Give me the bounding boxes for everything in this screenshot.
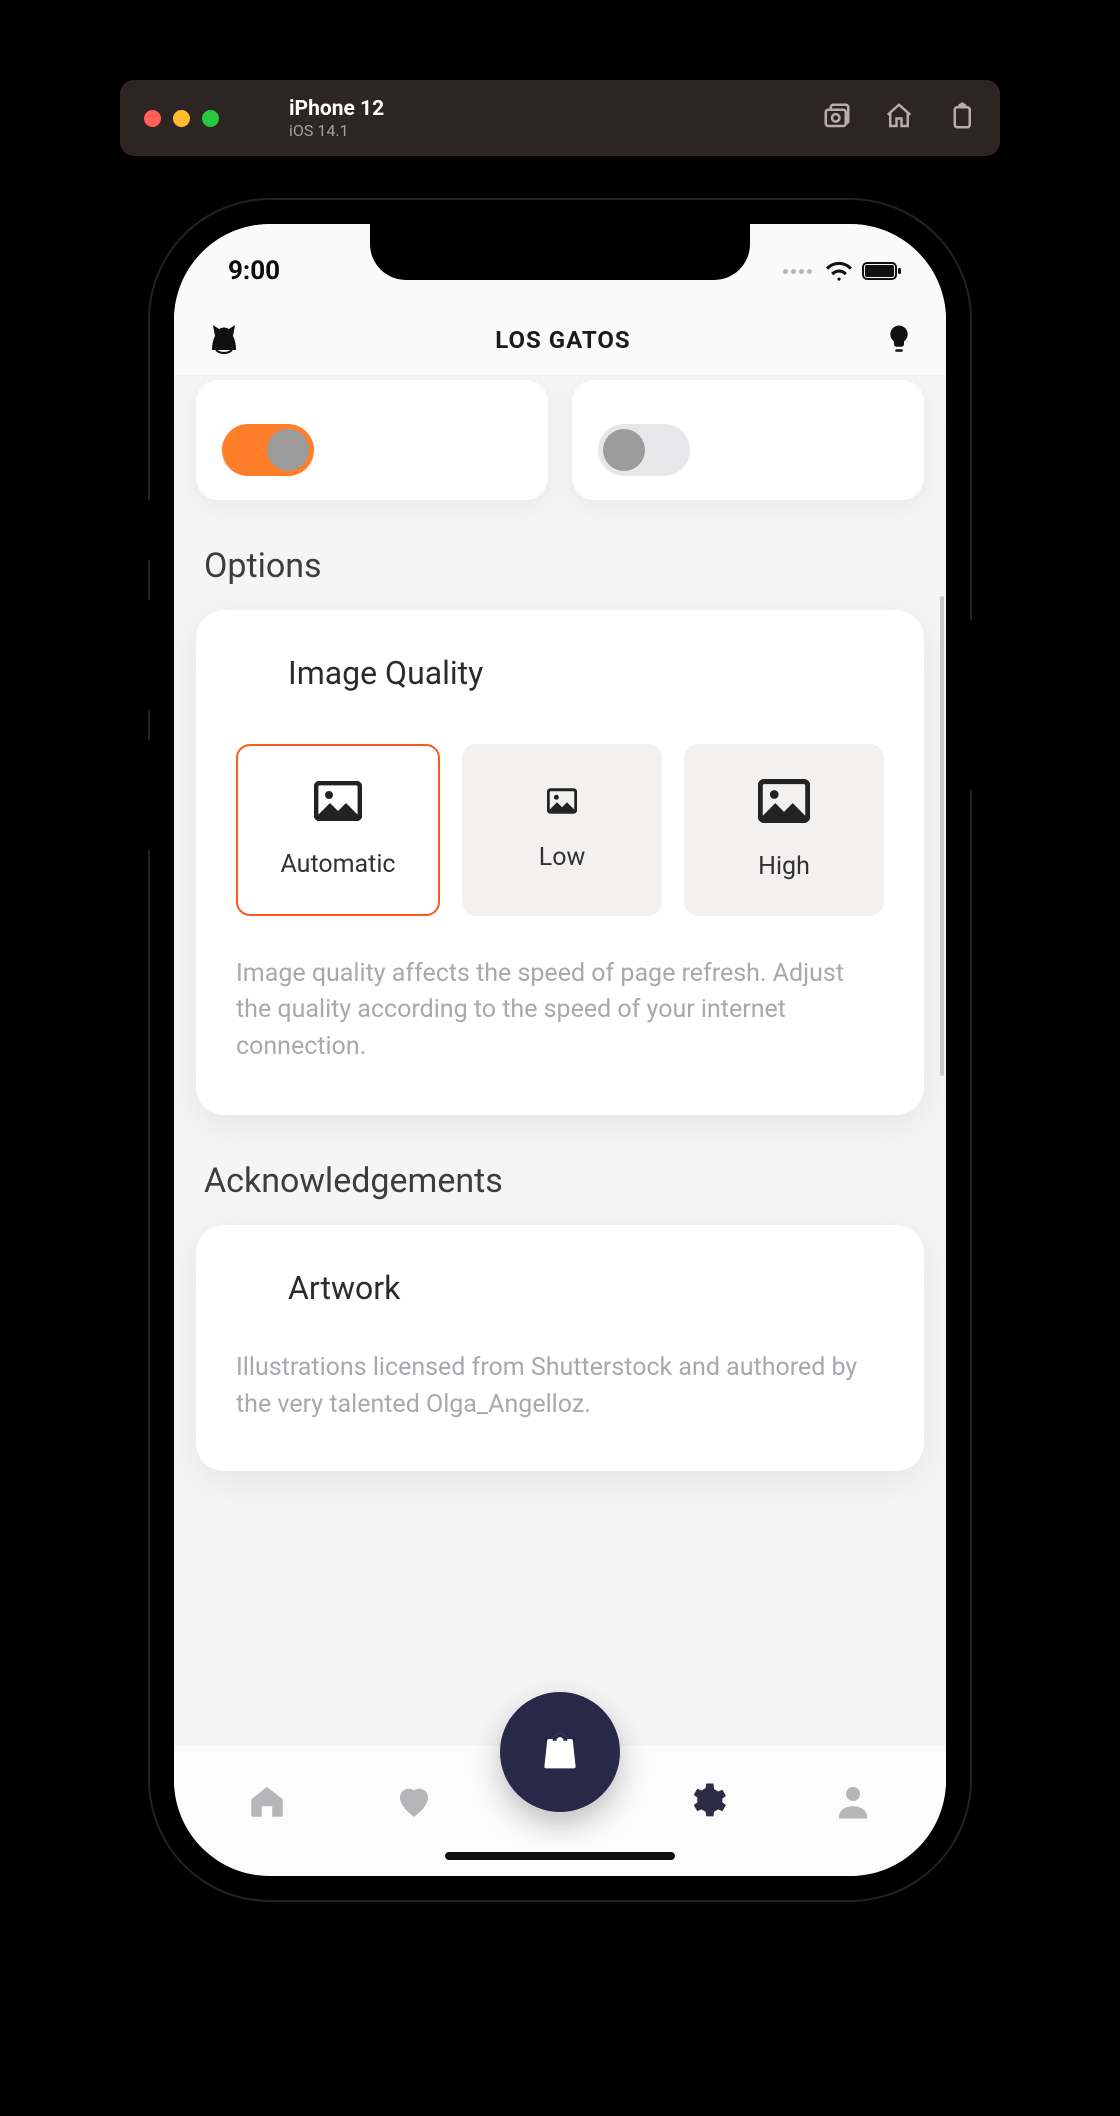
app-header: LOS GATOS — [174, 304, 946, 376]
simulator-window-bar: iPhone 12 iOS 14.1 — [120, 80, 1000, 156]
image-quality-options: Automatic Low High — [236, 744, 884, 916]
device-label: iPhone 12 iOS 14.1 — [289, 97, 384, 140]
cellular-icon — [783, 269, 812, 274]
acknowledgements-title: Artwork — [288, 1269, 884, 1307]
volume-up-button — [142, 600, 152, 710]
image-quality-description: Image quality affects the speed of page … — [236, 956, 884, 1065]
toggle-card-left — [196, 380, 548, 500]
image-icon — [314, 781, 362, 828]
toggle-row — [196, 380, 924, 500]
device-name: iPhone 12 — [289, 97, 384, 121]
tab-home[interactable] — [239, 1773, 295, 1829]
window-minimize-button[interactable] — [173, 110, 190, 127]
toggle-card-right — [572, 380, 924, 500]
volume-down-button — [142, 740, 152, 850]
app-title: LOS GATOS — [495, 326, 630, 354]
toggle-switch-right[interactable] — [598, 424, 690, 476]
traffic-lights — [144, 110, 219, 127]
battery-icon — [862, 261, 902, 281]
scroll-content[interactable]: Options Image Quality Automatic Low — [174, 376, 946, 1876]
device-os-version: iOS 14.1 — [289, 121, 384, 140]
phone-screen: 9:00 LOS GATOS — [174, 224, 946, 1876]
scroll-indicator[interactable] — [940, 596, 944, 1076]
window-close-button[interactable] — [144, 110, 161, 127]
quality-option-label: Low — [539, 843, 586, 872]
home-icon[interactable] — [884, 101, 914, 135]
quality-option-automatic[interactable]: Automatic — [236, 744, 440, 916]
wifi-icon — [826, 261, 852, 281]
home-indicator[interactable] — [445, 1852, 675, 1860]
image-quality-card: Image Quality Automatic Low — [196, 610, 924, 1115]
power-button — [968, 620, 978, 790]
rotate-icon[interactable] — [946, 101, 976, 135]
window-fullscreen-button[interactable] — [202, 110, 219, 127]
cat-icon[interactable] — [206, 320, 242, 360]
section-title-options: Options — [204, 546, 916, 586]
screenshot-icon[interactable] — [822, 101, 852, 135]
image-icon — [758, 779, 810, 830]
image-icon — [547, 788, 577, 821]
acknowledgements-body: Illustrations licensed from Shutterstock… — [236, 1349, 884, 1423]
section-title-acknowledgements: Acknowledgements — [204, 1161, 916, 1201]
shopping-bag-icon — [538, 1728, 582, 1776]
mute-switch — [142, 500, 152, 560]
quality-option-label: High — [758, 852, 810, 881]
acknowledgements-card: Artwork Illustrations licensed from Shut… — [196, 1225, 924, 1471]
toggle-switch-left[interactable] — [222, 424, 314, 476]
quality-option-high[interactable]: High — [684, 744, 884, 916]
quality-option-low[interactable]: Low — [462, 744, 662, 916]
shop-fab[interactable] — [500, 1692, 620, 1812]
tab-favorites[interactable] — [386, 1773, 442, 1829]
phone-frame: 9:00 LOS GATOS — [150, 200, 970, 1900]
status-time: 9:00 — [228, 256, 280, 286]
quality-option-label: Automatic — [280, 850, 395, 879]
light-bulb-icon[interactable] — [884, 323, 914, 357]
notch — [370, 224, 750, 280]
tab-profile[interactable] — [825, 1773, 881, 1829]
image-quality-title: Image Quality — [288, 654, 884, 692]
tab-settings[interactable] — [678, 1773, 734, 1829]
